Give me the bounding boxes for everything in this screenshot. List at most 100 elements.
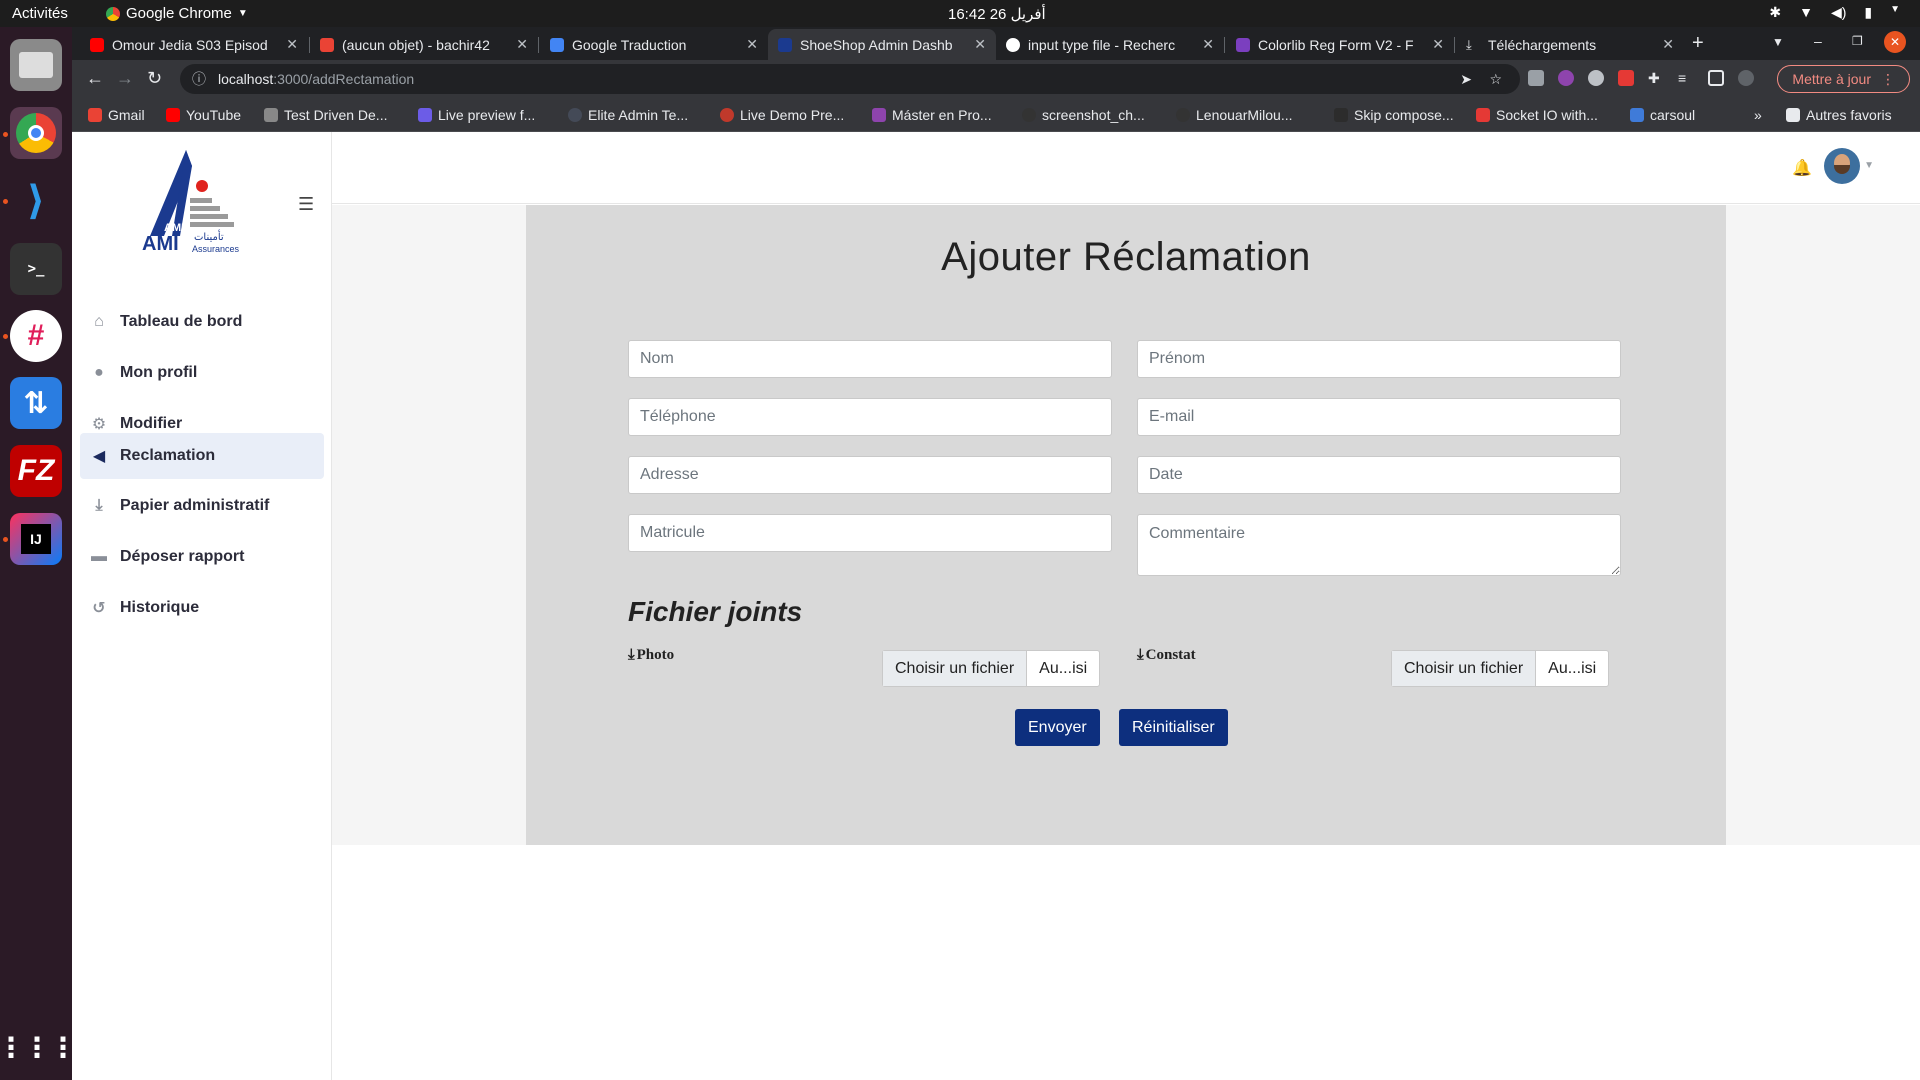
sidebar-item-dashboard[interactable]: ⌂ Tableau de bord — [80, 299, 324, 345]
bookmark-gmail[interactable]: Gmail — [88, 107, 145, 123]
window-close-button[interactable]: ✕ — [1884, 31, 1906, 53]
bookmark-label: Test Driven De... — [284, 107, 388, 123]
puzzle-icon[interactable]: ✚ — [1648, 70, 1664, 86]
tab-shoeshop[interactable]: ShoeShop Admin Dashb ✕ — [768, 29, 996, 60]
address-bar[interactable]: ⓘ localhost:3000/addRectamation ➤ ☆ — [180, 64, 1520, 94]
tab-omour[interactable]: Omour Jedia S03 Episod ✕ — [80, 29, 308, 60]
send-icon[interactable]: ➤ — [1460, 71, 1472, 88]
forward-button[interactable]: → — [116, 68, 134, 89]
system-tray[interactable]: ✱ ▼ ◀) ▮ ▼ — [1769, 4, 1900, 21]
new-tab-button[interactable]: + — [1692, 32, 1704, 55]
activities-button[interactable]: Activités — [12, 5, 68, 22]
media-icon[interactable]: ≡ — [1678, 70, 1694, 86]
close-icon[interactable]: ✕ — [746, 36, 758, 53]
star-icon[interactable]: ☆ — [1489, 71, 1502, 88]
close-icon[interactable]: ✕ — [1202, 36, 1214, 53]
telephone-field[interactable] — [628, 398, 1112, 436]
filezilla-icon[interactable]: FZ — [10, 445, 62, 497]
constat-file-input[interactable]: Choisir un fichier Au...isi — [1391, 650, 1610, 687]
tab-translate[interactable]: Google Traduction ✕ — [540, 29, 768, 60]
close-icon[interactable]: ✕ — [1662, 36, 1674, 53]
bookmark-live-demo[interactable]: Live Demo Pre... — [720, 107, 844, 123]
dock: ⟩ >_ # ⇅ FZ IJ ⋮⋮⋮ — [0, 27, 77, 1080]
intellij-icon[interactable]: IJ — [10, 513, 62, 565]
bookmark-carsoul[interactable]: carsoul — [1630, 107, 1695, 123]
email-field[interactable] — [1137, 398, 1621, 436]
restore-icon[interactable]: ❐ — [1852, 34, 1863, 48]
update-button[interactable]: Mettre à jour ⋮ — [1777, 65, 1910, 93]
adresse-field[interactable] — [628, 456, 1112, 494]
tab-label: (aucun objet) - bachir42 — [342, 36, 490, 53]
sidebar-item-history[interactable]: ↺ Historique — [80, 585, 324, 631]
minimize-icon[interactable]: – — [1814, 33, 1822, 49]
choose-file-button[interactable]: Choisir un fichier — [883, 651, 1028, 686]
app-menu[interactable]: Google Chrome ▼ — [106, 5, 248, 22]
bookmark-elite-admin[interactable]: Elite Admin Te... — [568, 107, 688, 123]
nom-field[interactable] — [628, 340, 1112, 378]
bookmark-master[interactable]: Máster en Pro... — [872, 107, 992, 123]
extension-icon[interactable] — [1588, 70, 1604, 86]
close-icon[interactable]: ✕ — [516, 36, 528, 53]
slack-icon[interactable]: # — [10, 310, 62, 362]
chevron-down-icon[interactable]: ▼ — [1864, 160, 1874, 171]
ami-logo[interactable]: AMI AMI تأمينات Assurances — [128, 146, 248, 256]
sidepanel-icon[interactable] — [1708, 70, 1724, 86]
reload-button[interactable]: ↻ — [147, 68, 162, 89]
extension-icon[interactable] — [1618, 70, 1634, 86]
date-field[interactable] — [1137, 456, 1621, 494]
extension-icon[interactable] — [1558, 70, 1574, 86]
battery-icon[interactable]: ▮ — [1864, 4, 1872, 21]
prenom-field[interactable] — [1137, 340, 1621, 378]
clock[interactable]: 16:42 أفريل 26 — [948, 5, 1046, 23]
bookmark-screenshot[interactable]: screenshot_ch... — [1022, 107, 1145, 123]
kebab-menu-icon[interactable]: ⋮ — [1881, 71, 1895, 88]
extension-icon[interactable] — [1528, 70, 1544, 86]
tab-colorlib[interactable]: Colorlib Reg Form V2 - F ✕ — [1226, 29, 1454, 60]
sidebar-item-profile[interactable]: ● Mon profil — [80, 350, 324, 396]
app-grid-icon[interactable]: ⋮⋮⋮ — [0, 1021, 77, 1073]
terminal-icon[interactable]: >_ — [10, 243, 62, 295]
choose-file-button[interactable]: Choisir un fichier — [1392, 651, 1537, 686]
bookmark-tdd[interactable]: Test Driven De... — [264, 107, 387, 123]
tab-separator — [538, 37, 539, 53]
tab-search-icon[interactable]: ▼ — [1772, 35, 1784, 49]
transfer-icon[interactable]: ⇅ — [10, 377, 62, 429]
wifi-icon[interactable]: ▼ — [1799, 4, 1813, 21]
avatar[interactable] — [1824, 148, 1860, 184]
matricule-field[interactable] — [628, 514, 1112, 552]
sidebar-item-report[interactable]: ▬ Déposer rapport — [80, 534, 324, 580]
reset-button[interactable]: Réinitialiser — [1119, 709, 1228, 746]
bookmark-youtube[interactable]: YouTube — [166, 107, 241, 123]
profile-icon[interactable] — [1738, 70, 1754, 86]
bookmark-lenouar[interactable]: LenouarMilou... — [1176, 107, 1293, 123]
commentaire-field[interactable] — [1137, 514, 1621, 576]
hamburger-menu-icon[interactable]: ☰ — [298, 194, 314, 215]
bookmark-label: Socket IO with... — [1496, 107, 1598, 123]
bell-icon[interactable]: 🔔 — [1792, 158, 1812, 178]
chevron-down-icon[interactable]: ▼ — [1890, 4, 1900, 21]
files-icon[interactable] — [10, 39, 62, 91]
bookmark-socketio[interactable]: Socket IO with... — [1476, 107, 1598, 123]
tdd-icon — [264, 108, 278, 122]
sidebar-item-admin-papers[interactable]: ⤓ Papier administratif — [80, 483, 324, 529]
vscode-icon[interactable]: ⟩ — [10, 175, 62, 227]
sidebar-item-reclamation[interactable]: ◀ Reclamation — [80, 433, 324, 479]
volume-icon[interactable]: ◀) — [1831, 4, 1846, 21]
bookmark-live-preview[interactable]: Live preview f... — [418, 107, 535, 123]
tab-google-search[interactable]: input type file - Recherc ✕ — [996, 29, 1224, 60]
tab-gmail[interactable]: (aucun objet) - bachir42 ✕ — [310, 29, 538, 60]
bookmarks-overflow-button[interactable]: » — [1754, 107, 1762, 123]
close-icon[interactable]: ✕ — [974, 36, 986, 53]
photo-file-input[interactable]: Choisir un fichier Au...isi — [882, 650, 1101, 687]
network-icon[interactable]: ✱ — [1769, 4, 1781, 21]
chrome-icon[interactable] — [10, 107, 62, 159]
other-bookmarks[interactable]: Autres favoris — [1786, 107, 1892, 123]
tab-downloads[interactable]: ⤓ Téléchargements ✕ — [1456, 29, 1684, 60]
bookmark-skip-compose[interactable]: Skip compose... — [1334, 107, 1454, 123]
avatar-beard — [1834, 165, 1850, 174]
back-button[interactable]: ← — [86, 68, 104, 89]
close-icon[interactable]: ✕ — [286, 36, 298, 53]
submit-button[interactable]: Envoyer — [1015, 709, 1100, 746]
info-icon[interactable]: ⓘ — [192, 69, 206, 89]
close-icon[interactable]: ✕ — [1432, 36, 1444, 53]
